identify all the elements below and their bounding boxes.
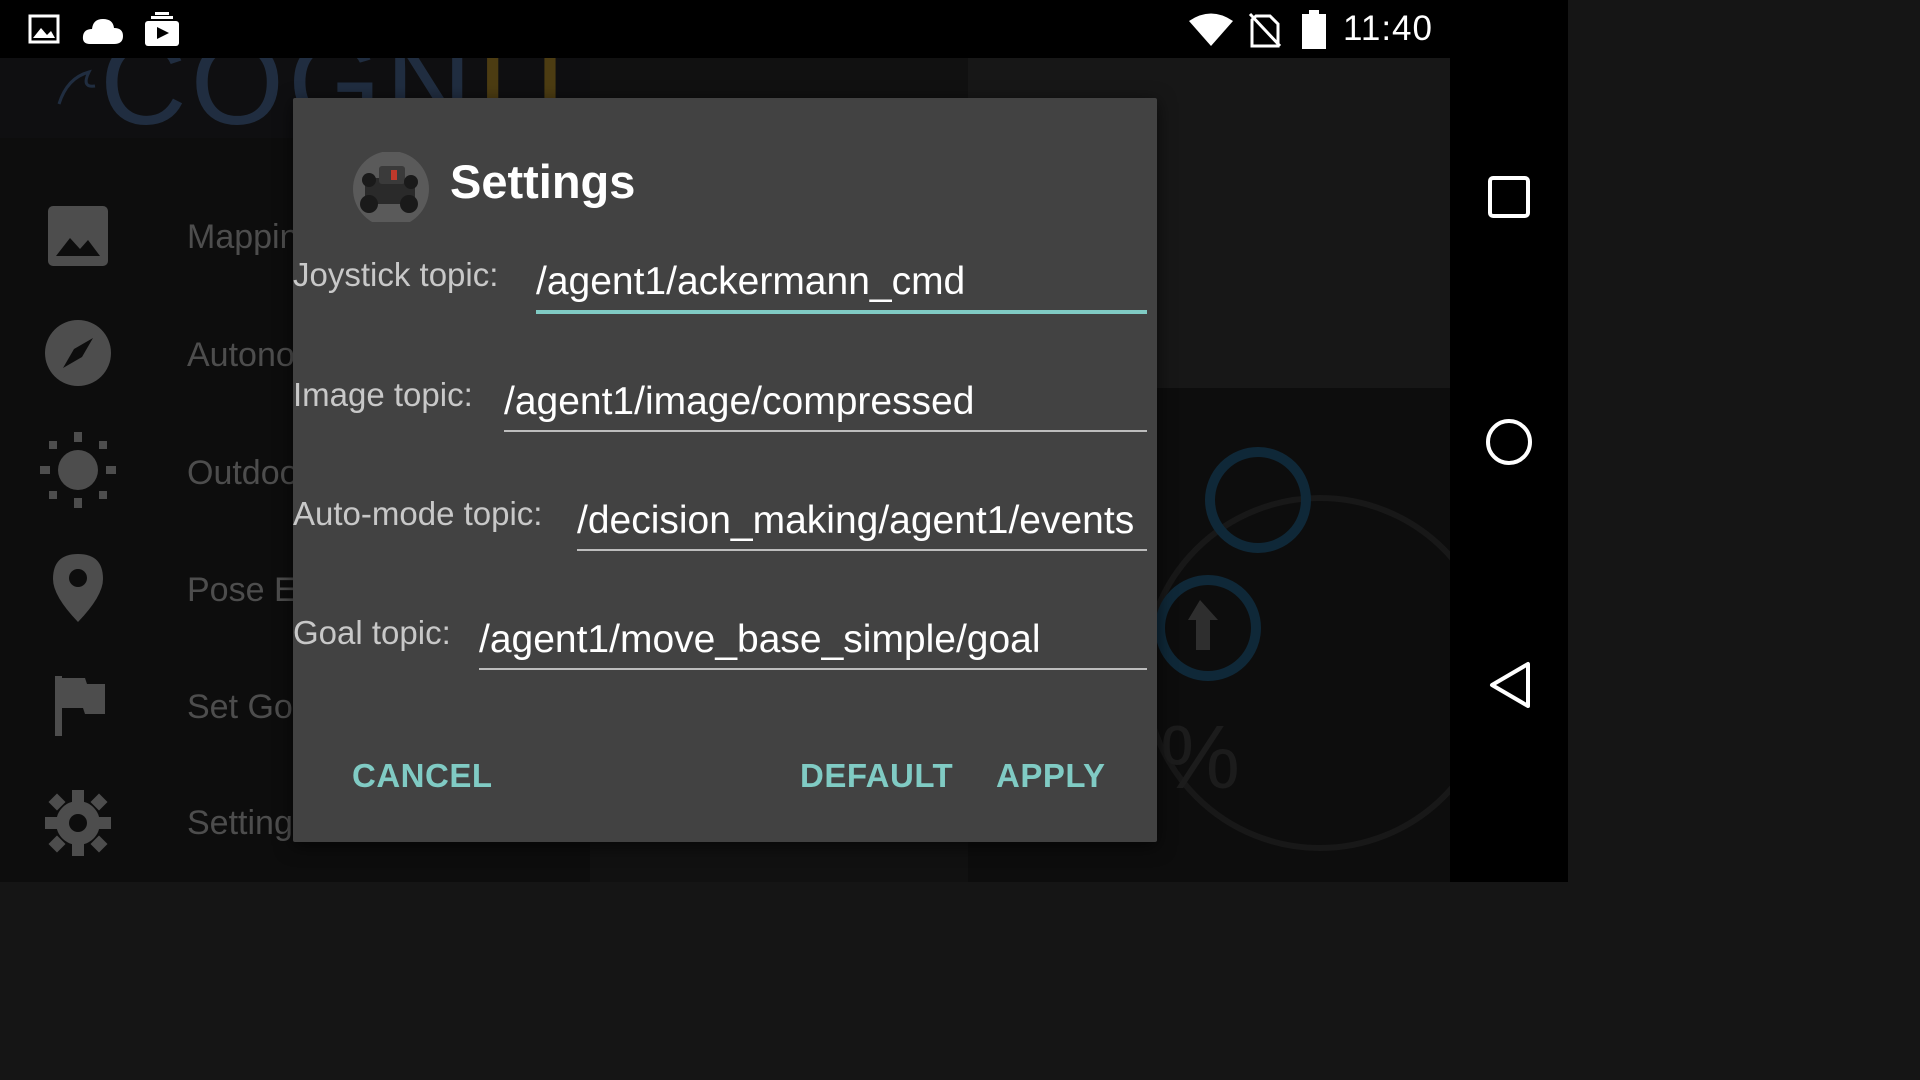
default-button[interactable]: DEFAULT — [800, 757, 953, 795]
cancel-button[interactable]: CANCEL — [352, 757, 493, 795]
image-topic-underline — [504, 430, 1147, 432]
navigation-bar — [1450, 58, 1568, 882]
settings-dialog: Settings Joystick topic: Image topic: Au… — [293, 98, 1157, 842]
image-icon — [28, 14, 60, 49]
auto-mode-topic-underline — [577, 549, 1147, 551]
goal-topic-underline — [479, 668, 1147, 670]
robot-car-icon — [353, 152, 429, 222]
clock: 11:40 — [1343, 9, 1433, 48]
goal-topic-label: Goal topic: — [293, 614, 451, 651]
apply-button[interactable]: APPLY — [996, 757, 1106, 795]
no-sim-icon — [1248, 12, 1282, 53]
auto-mode-topic-label: Auto-mode topic: — [293, 495, 543, 532]
back-button[interactable] — [1488, 661, 1532, 714]
status-bar: 11:40 — [0, 0, 1568, 58]
media-upload-icon — [143, 12, 181, 53]
joystick-topic-label: Joystick topic: — [293, 256, 499, 293]
dialog-title: Settings — [450, 155, 636, 208]
battery-icon — [1301, 10, 1327, 55]
image-topic-label: Image topic: — [293, 376, 473, 413]
wifi-icon — [1188, 12, 1234, 53]
joystick-topic-underline — [536, 310, 1147, 314]
home-button[interactable] — [1485, 418, 1533, 471]
cloud-icon — [82, 14, 124, 53]
recents-button[interactable] — [1488, 176, 1530, 223]
